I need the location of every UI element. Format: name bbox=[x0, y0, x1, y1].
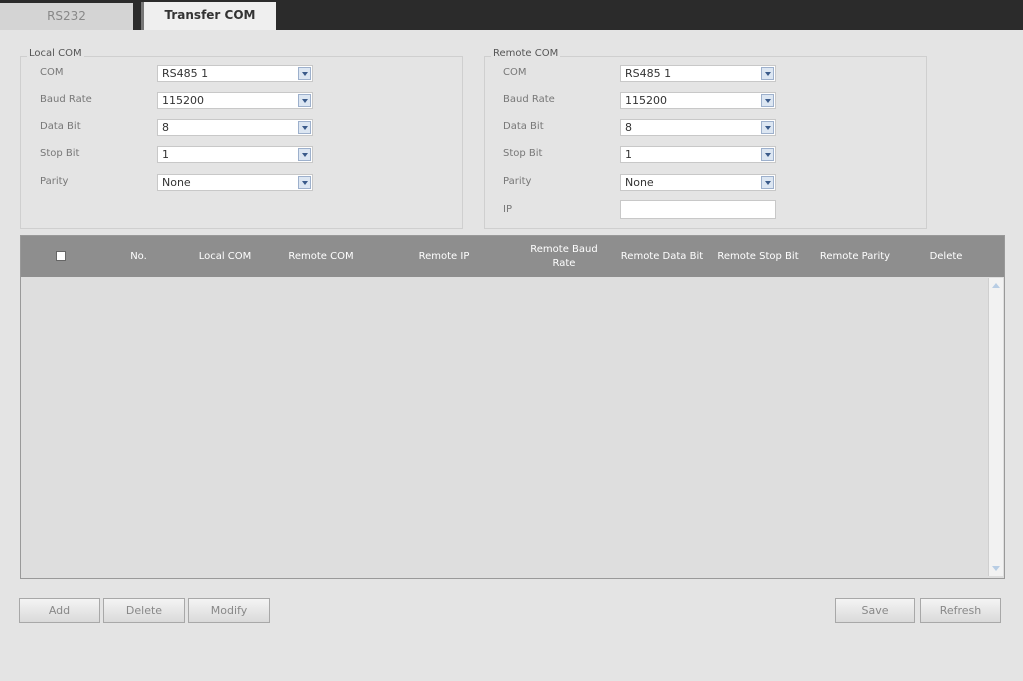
chevron-down-icon[interactable] bbox=[761, 67, 774, 80]
remote-com-title: Remote COM bbox=[491, 48, 561, 59]
local-com-title: Local COM bbox=[27, 48, 84, 59]
chevron-down-icon[interactable] bbox=[761, 176, 774, 189]
remote-parity-select[interactable]: None bbox=[620, 174, 776, 191]
remote-com-select[interactable]: RS485 1 bbox=[620, 65, 776, 82]
chevron-down-icon[interactable] bbox=[298, 148, 311, 161]
remote-data-bit-label: Data Bit bbox=[503, 121, 544, 132]
refresh-button[interactable]: Refresh bbox=[920, 598, 1001, 623]
modify-button[interactable]: Modify bbox=[188, 598, 270, 623]
remote-ip-label: IP bbox=[503, 204, 512, 215]
scroll-up-icon[interactable] bbox=[992, 283, 1000, 288]
chevron-down-icon[interactable] bbox=[761, 148, 774, 161]
remote-baud-rate-select[interactable]: 115200 bbox=[620, 92, 776, 109]
tab-rs232[interactable]: RS232 bbox=[0, 3, 135, 30]
remote-stop-bit-value: 1 bbox=[625, 148, 632, 161]
chevron-down-icon[interactable] bbox=[761, 121, 774, 134]
table-scrollbar[interactable] bbox=[988, 278, 1003, 576]
table-header: No. Local COM Remote COM Remote IP Remot… bbox=[21, 236, 1004, 277]
local-stop-bit-label: Stop Bit bbox=[40, 148, 80, 159]
save-button[interactable]: Save bbox=[835, 598, 915, 623]
local-com-value: RS485 1 bbox=[162, 67, 209, 80]
column-header-no: No. bbox=[130, 250, 147, 262]
chevron-down-icon[interactable] bbox=[761, 94, 774, 107]
tab-transfer-com[interactable]: Transfer COM bbox=[141, 2, 276, 30]
local-baud-rate-value: 115200 bbox=[162, 94, 204, 107]
column-header-delete: Delete bbox=[929, 250, 963, 262]
local-parity-select[interactable]: None bbox=[157, 174, 313, 191]
column-header-remote-parity: Remote Parity bbox=[819, 250, 891, 262]
select-all-checkbox[interactable] bbox=[56, 251, 66, 261]
remote-com-label: COM bbox=[503, 67, 527, 78]
remote-stop-bit-select[interactable]: 1 bbox=[620, 146, 776, 163]
column-header-remote-stop-bit: Remote Stop Bit bbox=[717, 250, 799, 262]
column-header-remote-ip: Remote IP bbox=[418, 250, 470, 262]
delete-button[interactable]: Delete bbox=[103, 598, 185, 623]
chevron-down-icon[interactable] bbox=[298, 67, 311, 80]
chevron-down-icon[interactable] bbox=[298, 94, 311, 107]
local-data-bit-label: Data Bit bbox=[40, 121, 81, 132]
transfer-com-table: No. Local COM Remote COM Remote IP Remot… bbox=[20, 235, 1005, 579]
scroll-down-icon[interactable] bbox=[992, 566, 1000, 571]
remote-stop-bit-label: Stop Bit bbox=[503, 148, 543, 159]
remote-parity-label: Parity bbox=[503, 176, 532, 187]
column-header-remote-data-bit: Remote Data Bit bbox=[620, 250, 704, 262]
chevron-down-icon[interactable] bbox=[298, 121, 311, 134]
remote-parity-value: None bbox=[625, 176, 654, 189]
local-parity-label: Parity bbox=[40, 176, 69, 187]
local-baud-rate-label: Baud Rate bbox=[40, 94, 92, 105]
column-header-remote-baud-rate: Remote Baud Rate bbox=[530, 243, 598, 269]
remote-com-value: RS485 1 bbox=[625, 67, 672, 80]
remote-ip-input[interactable] bbox=[620, 200, 776, 219]
local-stop-bit-select[interactable]: 1 bbox=[157, 146, 313, 163]
add-button[interactable]: Add bbox=[19, 598, 100, 623]
remote-baud-rate-value: 115200 bbox=[625, 94, 667, 107]
local-data-bit-select[interactable]: 8 bbox=[157, 119, 313, 136]
local-parity-value: None bbox=[162, 176, 191, 189]
local-com-select[interactable]: RS485 1 bbox=[157, 65, 313, 82]
local-baud-rate-select[interactable]: 115200 bbox=[157, 92, 313, 109]
tab-bar: RS232 Transfer COM bbox=[0, 0, 1023, 30]
local-stop-bit-value: 1 bbox=[162, 148, 169, 161]
chevron-down-icon[interactable] bbox=[298, 176, 311, 189]
remote-data-bit-value: 8 bbox=[625, 121, 632, 134]
column-header-local-com: Local COM bbox=[198, 250, 252, 262]
local-com-label: COM bbox=[40, 67, 64, 78]
remote-baud-rate-label: Baud Rate bbox=[503, 94, 555, 105]
local-data-bit-value: 8 bbox=[162, 121, 169, 134]
column-header-remote-com: Remote COM bbox=[288, 250, 354, 262]
remote-data-bit-select[interactable]: 8 bbox=[620, 119, 776, 136]
